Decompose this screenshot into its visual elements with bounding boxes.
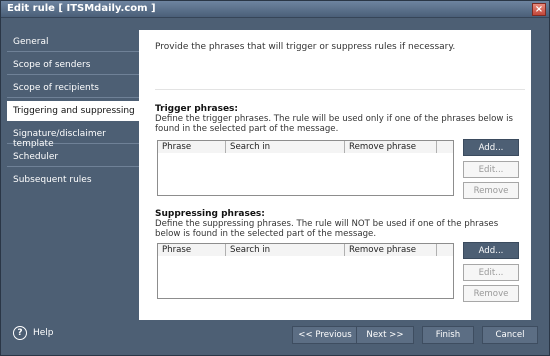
sidebar-item-label: Scope of recipients <box>13 83 99 93</box>
divider <box>155 89 525 90</box>
sidebar-item-scope-of-recipients[interactable]: Scope of recipients <box>7 78 139 98</box>
cancel-button[interactable]: Cancel <box>482 326 538 344</box>
sidebar-item-label: Scope of senders <box>13 60 91 70</box>
trigger-remove-button[interactable]: Remove <box>463 182 519 199</box>
next-button[interactable]: Next >> <box>356 326 414 344</box>
content-panel: Provide the phrases that will trigger or… <box>139 30 531 320</box>
finish-button[interactable]: Finish <box>422 326 474 344</box>
sidebar-item-scheduler[interactable]: Scheduler <box>7 147 139 167</box>
edit-rule-window: Edit rule [ ITSMdaily.com ] × General Sc… <box>0 0 550 356</box>
trigger-edit-button[interactable]: Edit... <box>463 161 519 178</box>
trigger-phrases-title: Trigger phrases: <box>155 104 239 114</box>
suppress-add-button[interactable]: Add... <box>463 242 519 259</box>
table-header: Phrase Search in Remove phrase <box>158 141 453 153</box>
column-header-search-in[interactable]: Search in <box>226 244 345 256</box>
trigger-phrases-table[interactable]: Phrase Search in Remove phrase <box>157 140 454 196</box>
suppressing-phrases-table[interactable]: Phrase Search in Remove phrase <box>157 243 454 299</box>
sidebar-item-label: Subsequent rules <box>13 175 92 185</box>
column-header-remove-phrase[interactable]: Remove phrase <box>345 141 437 153</box>
previous-button[interactable]: << Previous <box>292 326 358 344</box>
trigger-add-button[interactable]: Add... <box>463 139 519 156</box>
column-header-remove-phrase[interactable]: Remove phrase <box>345 244 437 256</box>
intro-text: Provide the phrases that will trigger or… <box>155 42 456 52</box>
table-header: Phrase Search in Remove phrase <box>158 244 453 256</box>
column-header-phrase[interactable]: Phrase <box>158 141 226 153</box>
suppress-remove-button[interactable]: Remove <box>463 285 519 302</box>
help-link[interactable]: ? Help <box>13 326 54 340</box>
column-header-search-in[interactable]: Search in <box>226 141 345 153</box>
sidebar-item-triggering-and-suppressing[interactable]: Triggering and suppressing <box>7 101 139 121</box>
suppress-edit-button[interactable]: Edit... <box>463 264 519 281</box>
sidebar-item-subsequent-rules[interactable]: Subsequent rules <box>7 170 139 190</box>
sidebar-item-scope-of-senders[interactable]: Scope of senders <box>7 55 139 75</box>
trigger-phrases-description: Define the trigger phrases. The rule wil… <box>155 114 513 134</box>
sidebar-item-label: Triggering and suppressing <box>13 106 135 116</box>
column-header-filler <box>437 244 453 256</box>
suppressing-phrases-title: Suppressing phrases: <box>155 209 265 219</box>
title-bar: Edit rule [ ITSMdaily.com ] × <box>1 1 549 18</box>
window-title: Edit rule [ ITSMdaily.com ] <box>7 3 156 14</box>
sidebar-item-label: General <box>13 37 49 47</box>
sidebar-item-label: Scheduler <box>13 152 59 162</box>
column-header-filler <box>437 141 453 153</box>
column-header-phrase[interactable]: Phrase <box>158 244 226 256</box>
suppressing-phrases-description: Define the suppressing phrases. The rule… <box>155 219 499 239</box>
close-icon[interactable]: × <box>532 3 546 16</box>
sidebar: General Scope of senders Scope of recipi… <box>1 19 139 321</box>
help-label: Help <box>33 328 54 338</box>
sidebar-item-signature-disclaimer-template[interactable]: Signature/disclaimer template <box>7 124 139 149</box>
sidebar-item-label: Signature/disclaimer template <box>13 129 106 149</box>
help-icon: ? <box>13 326 27 340</box>
sidebar-item-general[interactable]: General <box>7 32 139 52</box>
